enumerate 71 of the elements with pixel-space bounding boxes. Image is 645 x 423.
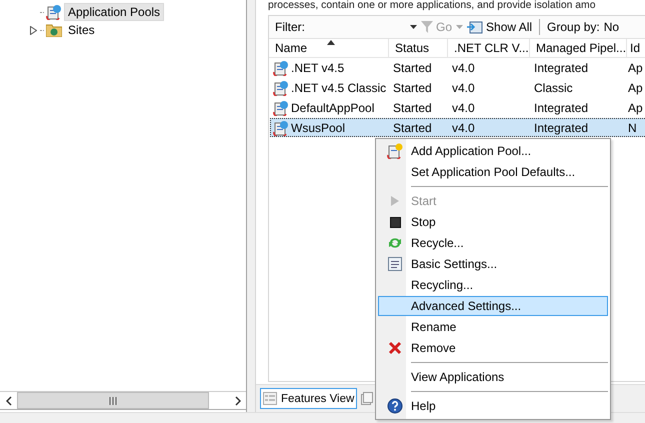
menu-item[interactable]: Recycle...: [378, 233, 608, 253]
menu-item[interactable]: Add Application Pool...: [378, 141, 608, 161]
table-cell: Integrated: [534, 100, 588, 114]
document-stack-icon: [361, 392, 374, 405]
table-cell: Integrated: [534, 60, 588, 74]
dropdown-arrow-icon[interactable]: [456, 25, 464, 29]
view-tab[interactable]: Features View: [260, 388, 358, 409]
expander-icon[interactable]: [30, 26, 37, 34]
menu-item[interactable]: View Applications: [378, 367, 608, 387]
menu-item[interactable]: Advanced Settings...: [378, 296, 608, 316]
list-row[interactable]: DefaultAppPool Started v4.0 Integrated Ap: [270, 98, 645, 117]
tree-item[interactable]: Sites: [64, 21, 99, 39]
table-cell: v4.0: [452, 80, 475, 94]
table-cell: N: [628, 120, 637, 134]
table-cell: Ap: [628, 60, 643, 74]
description-text: processes, contain one or more applications, and provide isolation amo: [267, 0, 596, 12]
app-pool-icon: [273, 120, 289, 136]
stop-icon: [390, 216, 400, 228]
menu-item[interactable]: Help: [378, 396, 608, 416]
document-icon: [387, 256, 403, 272]
table-cell: Started: [393, 60, 432, 74]
column-header[interactable]: Id: [627, 39, 645, 57]
menu-item[interactable]: Rename: [378, 317, 608, 337]
table-cell: v4.0: [452, 100, 475, 114]
table-cell: Integrated: [534, 120, 588, 134]
table-cell: WsusPool: [291, 120, 346, 134]
recycle-icon: [388, 236, 402, 250]
column-header[interactable]: Status: [389, 39, 448, 57]
menu-item[interactable]: Set Application Pool Defaults...: [378, 162, 608, 182]
group-by-label: Group by:: [547, 20, 600, 34]
table-cell: Ap: [628, 80, 643, 94]
menu-item[interactable]: Stop: [378, 212, 608, 232]
table-cell: Ap: [628, 100, 643, 114]
menu-item[interactable]: Recycling...: [378, 275, 608, 295]
list-row[interactable]: .NET v4.5 Classic Started v4.0 Classic Ap: [270, 78, 645, 97]
funnel-icon: [421, 21, 433, 33]
table-cell: .NET v4.5 Classic: [291, 80, 386, 94]
table-cell: Started: [393, 80, 432, 94]
column-header[interactable]: .NET CLR V...: [448, 39, 530, 57]
table-cell: Classic: [534, 80, 573, 94]
app-pool-icon: [46, 4, 62, 20]
column-header[interactable]: Managed Pipel...: [530, 39, 627, 57]
list-row[interactable]: .NET v4.5 Started v4.0 Integrated Ap: [270, 58, 645, 77]
folder-globe-icon: [46, 23, 62, 37]
close-icon: [388, 341, 402, 355]
column-header[interactable]: Name: [269, 39, 389, 57]
table-cell: v4.0: [452, 60, 475, 74]
menu-item[interactable]: Basic Settings...: [378, 254, 608, 274]
app-pool-icon: [273, 80, 289, 96]
app-pool-icon: [273, 60, 289, 76]
list-view-icon: [263, 392, 277, 405]
table-cell: Started: [393, 120, 432, 134]
table-cell: Started: [393, 100, 432, 114]
table-cell: DefaultAppPool: [291, 100, 374, 114]
app-pool-icon: [273, 100, 289, 116]
app-pool-icon: [387, 143, 403, 159]
menu-item[interactable]: Remove: [378, 338, 608, 358]
chevron-left-icon: [6, 396, 12, 406]
table-cell: v4.0: [452, 120, 475, 134]
scrollbar-thumb[interactable]: [17, 392, 209, 409]
group-by-value[interactable]: No: [604, 20, 620, 34]
tree-item[interactable]: Application Pools: [64, 3, 164, 21]
help-icon: [387, 398, 403, 414]
dropdown-arrow-icon: [410, 25, 417, 29]
table-cell: .NET v4.5: [291, 60, 344, 74]
show-all-button[interactable]: Show All: [467, 20, 532, 34]
list-row[interactable]: WsusPool Started v4.0 Integrated N: [270, 118, 645, 137]
filter-label: Filter:: [275, 20, 305, 34]
grip-icon: [109, 396, 117, 404]
play-icon: [390, 195, 400, 207]
chevron-right-icon: [234, 396, 240, 406]
